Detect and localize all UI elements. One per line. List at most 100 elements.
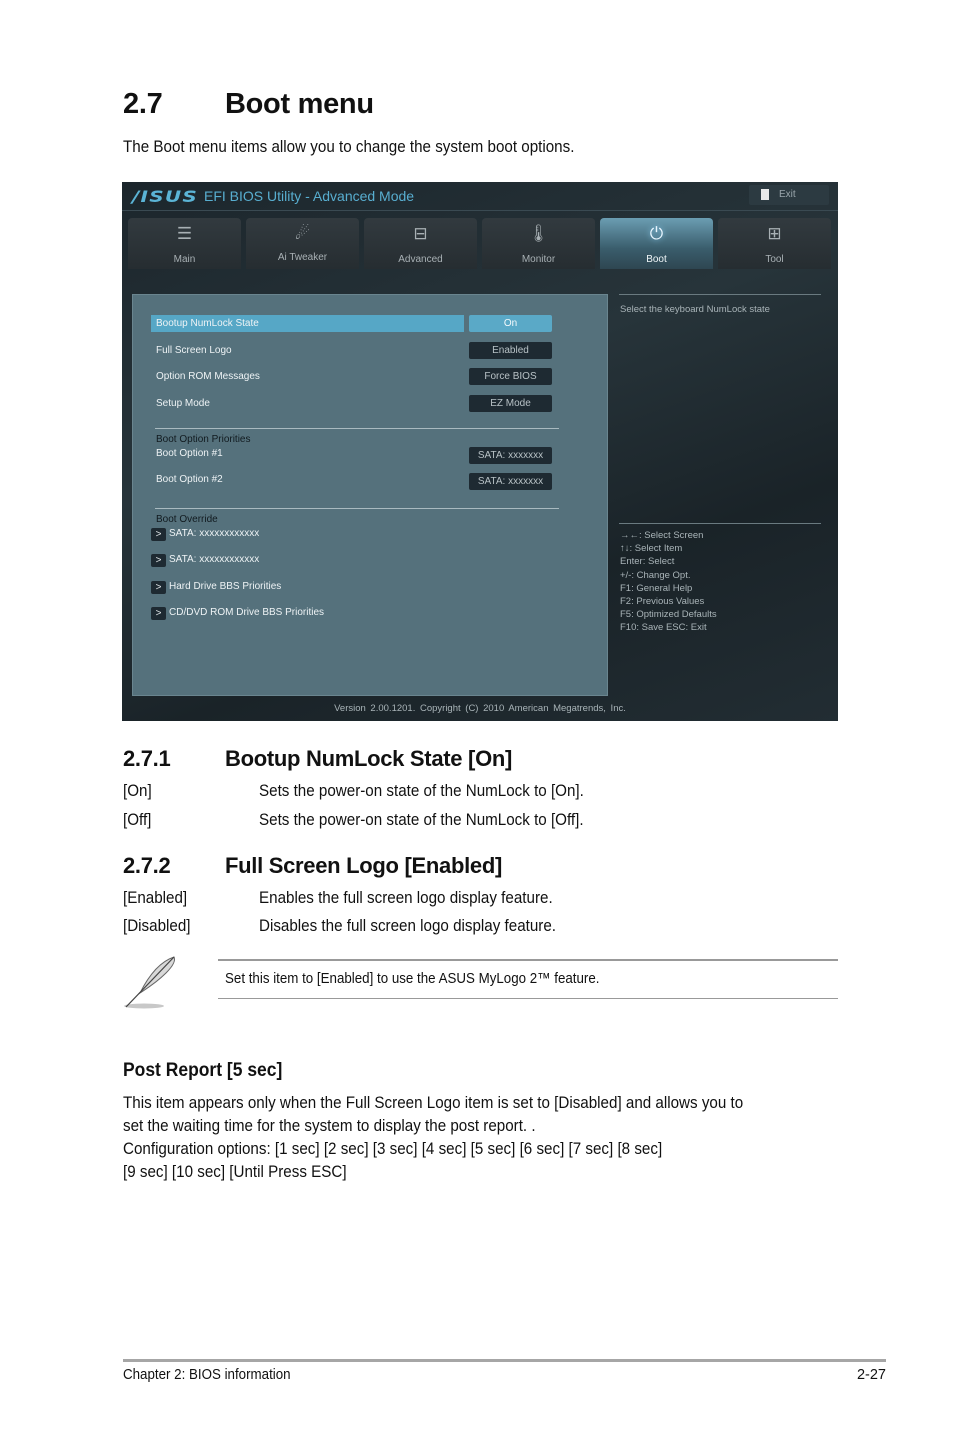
ai-tweaker-icon: ☄ bbox=[294, 224, 311, 243]
settings-panel: Bootup NumLock State On Full Screen Logo… bbox=[132, 294, 608, 696]
tab-label: Monitor bbox=[521, 254, 556, 265]
exit-door-icon bbox=[761, 189, 769, 200]
paragraph-line: [9 sec] [10 sec] [Until Press ESC] bbox=[123, 1163, 347, 1181]
tab-label: Advanced bbox=[398, 254, 443, 265]
subsection-number: 2.7.2 bbox=[123, 853, 171, 878]
post-report-heading: Post Report [5 sec] bbox=[123, 1060, 283, 1081]
exit-button[interactable]: Exit bbox=[749, 185, 829, 205]
feather-note-icon bbox=[124, 956, 175, 1009]
chevron-right-icon: > bbox=[151, 607, 166, 620]
option-key: [Enabled] bbox=[123, 889, 188, 907]
tab-ai-tweaker[interactable]: ☄ Ai Tweaker bbox=[246, 218, 359, 269]
tab-label: Ai Tweaker bbox=[277, 252, 328, 263]
subsection-number: 2.7.1 bbox=[123, 746, 171, 771]
option-key: [Off] bbox=[123, 811, 152, 829]
boot-override-label: CD/DVD ROM Drive BBS Priorities bbox=[169, 607, 325, 618]
note-divider bbox=[218, 998, 838, 999]
key-hint: F1: General Help bbox=[620, 582, 693, 594]
subsection-heading: 2.7.2 Full Screen Logo [Enabled] bbox=[123, 853, 502, 879]
tab-advanced[interactable]: ⊟ Advanced bbox=[364, 218, 477, 269]
numlock-value-button[interactable]: On bbox=[469, 315, 552, 332]
chapter-label: Chapter 2: BIOS information bbox=[123, 1367, 291, 1383]
setting-bootup-numlock[interactable]: Bootup NumLock State bbox=[151, 315, 464, 332]
bios-tabs: ☰ Main ☄ Ai Tweaker ⊟ Advanced 🌡 Monitor… bbox=[128, 218, 838, 269]
toolbox-icon: ⊞ bbox=[767, 224, 782, 243]
setting-label: Bootup NumLock State bbox=[156, 318, 259, 329]
advanced-icon: ⊟ bbox=[413, 224, 428, 243]
boot-option-1-value[interactable]: SATA: xxxxxxx bbox=[469, 447, 552, 464]
option-desc: Disables the full screen logo display fe… bbox=[259, 917, 557, 935]
boot-option-2-value[interactable]: SATA: xxxxxxx bbox=[469, 473, 552, 490]
option-desc: Sets the power-on state of the NumLock t… bbox=[259, 811, 584, 829]
intro-text: The Boot menu items allow you to change … bbox=[123, 138, 575, 156]
page-number: 2-27 bbox=[856, 1367, 886, 1383]
setup-mode-value-button[interactable]: EZ Mode bbox=[469, 395, 552, 412]
post-report-description: This item appears only when the Full Scr… bbox=[123, 1092, 743, 1184]
setting-label: Option ROM Messages bbox=[156, 371, 260, 382]
boot-override-label: SATA: xxxxxxxxxxxx bbox=[169, 554, 260, 565]
section-divider bbox=[155, 428, 559, 429]
option-key: [On] bbox=[123, 782, 152, 800]
power-icon: ⏻ bbox=[649, 224, 664, 243]
boot-override-label: SATA: xxxxxxxxxxxx bbox=[169, 528, 260, 539]
note-divider bbox=[218, 959, 838, 961]
boot-priorities-title: Boot Option Priorities bbox=[156, 434, 251, 445]
chevron-right-icon: > bbox=[151, 528, 166, 541]
tab-label: Tool bbox=[765, 254, 784, 265]
help-divider bbox=[619, 294, 821, 295]
help-panel: Select the keyboard NumLock state →←: Se… bbox=[616, 294, 828, 694]
asus-logo: /ISUS bbox=[132, 187, 199, 206]
key-hint: +/-: Change Opt. bbox=[620, 569, 691, 581]
boot-option-label: Boot Option #1 bbox=[156, 448, 223, 459]
key-legend: →←: Select Screen ↑↓: Select Item Enter:… bbox=[620, 529, 717, 635]
setting-label: Setup Mode bbox=[156, 398, 210, 409]
tab-label: Main bbox=[173, 254, 196, 265]
boot-override-label: Hard Drive BBS Priorities bbox=[169, 581, 282, 592]
monitor-icon: 🌡 bbox=[527, 224, 550, 243]
help-text: Select the keyboard NumLock state bbox=[620, 304, 770, 315]
option-desc: Sets the power-on state of the NumLock t… bbox=[259, 782, 584, 800]
option-key: [Disabled] bbox=[123, 917, 191, 935]
tab-tool[interactable]: ⊞ Tool bbox=[718, 218, 831, 269]
boot-option-label: Boot Option #2 bbox=[156, 474, 223, 485]
section-number: 2.7 bbox=[123, 88, 163, 120]
section-title: Boot menu bbox=[225, 88, 374, 120]
bios-version-footer: Version 2.00.1201. Copyright (C) 2010 Am… bbox=[334, 703, 626, 714]
exit-label: Exit bbox=[779, 189, 796, 200]
note-text: Set this item to [Enabled] to use the AS… bbox=[225, 971, 600, 987]
boot-override-item[interactable]: > SATA: xxxxxxxxxxxx bbox=[151, 554, 451, 568]
paragraph-line: set the waiting time for the system to d… bbox=[123, 1117, 536, 1135]
key-hint: Enter: Select bbox=[620, 556, 675, 568]
tab-monitor[interactable]: 🌡 Monitor bbox=[482, 218, 595, 269]
help-divider bbox=[619, 523, 821, 524]
tab-boot[interactable]: ⏻ Boot bbox=[600, 218, 713, 269]
boot-override-item[interactable]: > CD/DVD ROM Drive BBS Priorities bbox=[151, 607, 451, 621]
tab-label: Boot bbox=[646, 254, 667, 265]
key-hint: →←: Select Screen bbox=[620, 530, 704, 541]
subsection-title: Full Screen Logo [Enabled] bbox=[225, 853, 502, 878]
chevron-right-icon: > bbox=[151, 581, 166, 594]
setting-label: Full Screen Logo bbox=[156, 345, 232, 356]
boot-override-title: Boot Override bbox=[156, 514, 218, 525]
subsection-title: Bootup NumLock State [On] bbox=[225, 746, 513, 771]
key-hint: ↑↓: Select Item bbox=[620, 543, 683, 555]
subsection-heading: 2.7.1 Bootup NumLock State [On] bbox=[123, 746, 512, 772]
footer-rule bbox=[123, 1359, 886, 1362]
bios-titlebar: /ISUS EFI BIOS Utility - Advanced Mode E… bbox=[122, 182, 838, 211]
boot-override-item[interactable]: > Hard Drive BBS Priorities bbox=[151, 581, 451, 595]
bios-title: EFI BIOS Utility - Advanced Mode bbox=[204, 188, 415, 204]
section-divider bbox=[155, 508, 559, 509]
section-heading: 2.7 Boot menu bbox=[123, 88, 374, 121]
paragraph-line: Configuration options: [1 sec] [2 sec] [… bbox=[123, 1140, 663, 1158]
key-hint: F10: Save ESC: Exit bbox=[620, 622, 707, 634]
boot-override-item[interactable]: > SATA: xxxxxxxxxxxx bbox=[151, 528, 451, 542]
key-hint: F5: Optimized Defaults bbox=[620, 609, 717, 621]
key-hint: F2: Previous Values bbox=[620, 596, 705, 608]
option-desc: Enables the full screen logo display fea… bbox=[259, 889, 553, 907]
list-icon: ☰ bbox=[176, 224, 193, 243]
tab-main[interactable]: ☰ Main bbox=[128, 218, 241, 269]
bios-screenshot: /ISUS EFI BIOS Utility - Advanced Mode E… bbox=[122, 182, 838, 721]
paragraph-line: This item appears only when the Full Scr… bbox=[123, 1094, 744, 1112]
option-rom-value-button[interactable]: Force BIOS bbox=[469, 368, 552, 385]
full-screen-logo-value-button[interactable]: Enabled bbox=[469, 342, 552, 359]
